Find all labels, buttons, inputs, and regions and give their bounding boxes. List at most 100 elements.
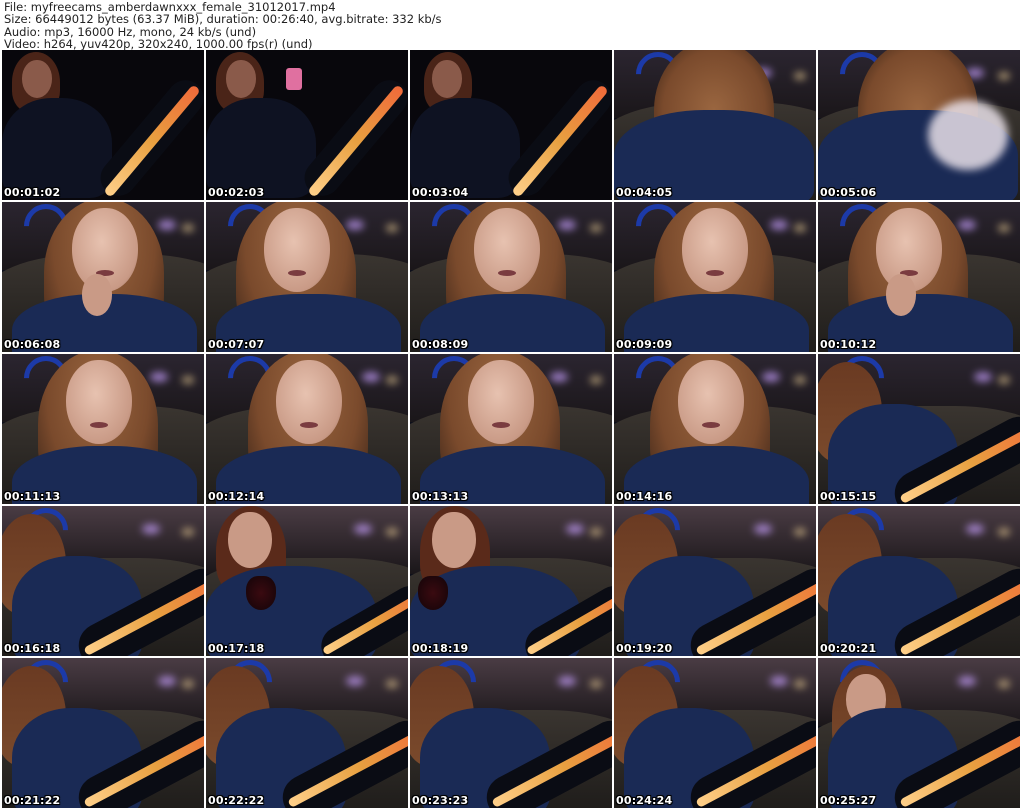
hand-blur	[928, 100, 1008, 170]
face	[432, 60, 462, 98]
video-thumbnail: 00:16:18	[2, 506, 204, 656]
video-thumbnail: 00:17:18	[206, 506, 408, 656]
sweater	[206, 98, 316, 198]
video-thumbnail: 00:05:06	[818, 50, 1020, 200]
sweater	[410, 98, 520, 198]
phone	[286, 68, 302, 90]
thumbnail-timestamp: 00:13:13	[412, 490, 469, 503]
face	[66, 360, 132, 444]
light-glow	[386, 680, 398, 688]
video-info-line: Video: h264, yuv420p, 320x240, 1000.00 f…	[4, 37, 313, 52]
thumbnail-timestamp: 00:11:13	[4, 490, 61, 503]
video-thumbnail: 00:06:08	[2, 202, 204, 352]
thumbnail-timestamp: 00:12:14	[208, 490, 265, 503]
light-glow	[590, 680, 602, 688]
thumbnail-timestamp: 00:22:22	[208, 794, 265, 807]
light-glow	[158, 676, 176, 686]
light-glow	[770, 676, 788, 686]
video-thumbnail: 00:14:16	[614, 354, 816, 504]
light-glow	[362, 372, 380, 382]
light-glow	[158, 220, 176, 230]
light-glow	[386, 528, 398, 536]
lips	[492, 422, 510, 428]
sweater	[2, 98, 112, 198]
thumbnail-timestamp: 00:24:24	[616, 794, 673, 807]
lips	[706, 270, 724, 276]
file-size-line: Size: 66449012 bytes (63.37 MiB), durati…	[4, 12, 442, 27]
lips	[300, 422, 318, 428]
light-glow	[794, 376, 806, 384]
lips	[288, 270, 306, 276]
thumbnail-timestamp: 00:03:04	[412, 186, 469, 199]
face	[468, 360, 534, 444]
face	[22, 60, 52, 98]
light-glow	[998, 528, 1010, 536]
video-thumbnail: 00:15:15	[818, 354, 1020, 504]
light-glow	[958, 676, 976, 686]
video-thumbnail: 00:11:13	[2, 354, 204, 504]
face	[474, 208, 540, 292]
video-thumbnail: 00:10:12	[818, 202, 1020, 352]
thumbnail-timestamp: 00:21:22	[4, 794, 61, 807]
video-thumbnail: 00:08:09	[410, 202, 612, 352]
light-glow	[182, 224, 194, 232]
thumbnail-timestamp: 00:05:06	[820, 186, 877, 199]
thumbnail-timestamp: 00:19:20	[616, 642, 673, 655]
face	[678, 360, 744, 444]
light-glow	[150, 372, 168, 382]
video-thumbnail: 00:07:07	[206, 202, 408, 352]
light-glow	[998, 376, 1010, 384]
video-thumbnail: 00:20:21	[818, 506, 1020, 656]
light-glow	[354, 524, 372, 534]
light-glow	[590, 528, 602, 536]
light-glow	[794, 224, 806, 232]
video-thumbnail: 00:03:04	[410, 50, 612, 200]
face	[264, 208, 330, 292]
wine-glass	[418, 576, 448, 610]
video-thumbnail: 00:25:27	[818, 658, 1020, 808]
light-glow	[998, 224, 1010, 232]
thumbnail-timestamp: 00:14:16	[616, 490, 673, 503]
thumbnail-timestamp: 00:08:09	[412, 338, 469, 351]
thumbnail-timestamp: 00:09:09	[616, 338, 673, 351]
light-glow	[182, 376, 194, 384]
video-thumbnail: 00:09:09	[614, 202, 816, 352]
lips	[498, 270, 516, 276]
light-glow	[794, 72, 806, 80]
thumbnail-timestamp: 00:15:15	[820, 490, 877, 503]
hand	[886, 274, 916, 316]
thumbnail-timestamp: 00:20:21	[820, 642, 877, 655]
video-thumbnail: 00:02:03	[206, 50, 408, 200]
light-glow	[346, 676, 364, 686]
thumbnail-timestamp: 00:01:02	[4, 186, 61, 199]
video-thumbnail: 00:13:13	[410, 354, 612, 504]
light-glow	[794, 680, 806, 688]
file-info-header: File: myfreecams_amberdawnxxx_female_310…	[4, 1, 1020, 51]
light-glow	[346, 220, 364, 230]
video-thumbnail: 00:12:14	[206, 354, 408, 504]
light-glow	[182, 528, 194, 536]
light-glow	[558, 220, 576, 230]
video-thumbnail: 00:18:19	[410, 506, 612, 656]
lips	[702, 422, 720, 428]
light-glow	[142, 524, 160, 534]
light-glow	[998, 72, 1010, 80]
video-thumbnail: 00:01:02	[2, 50, 204, 200]
thumbnail-timestamp: 00:23:23	[412, 794, 469, 807]
video-thumbnail: 00:23:23	[410, 658, 612, 808]
hand	[82, 274, 112, 316]
face	[682, 208, 748, 292]
video-thumbnail: 00:22:22	[206, 658, 408, 808]
light-glow	[386, 224, 398, 232]
light-glow	[182, 680, 194, 688]
video-thumbnail: 00:24:24	[614, 658, 816, 808]
face	[228, 512, 272, 568]
face	[276, 360, 342, 444]
video-thumbnail: 00:19:20	[614, 506, 816, 656]
video-thumbnail: 00:21:22	[2, 658, 204, 808]
thumbnail-timestamp: 00:16:18	[4, 642, 61, 655]
face	[226, 60, 256, 98]
light-glow	[762, 372, 780, 382]
light-glow	[770, 220, 788, 230]
light-glow	[550, 372, 568, 382]
